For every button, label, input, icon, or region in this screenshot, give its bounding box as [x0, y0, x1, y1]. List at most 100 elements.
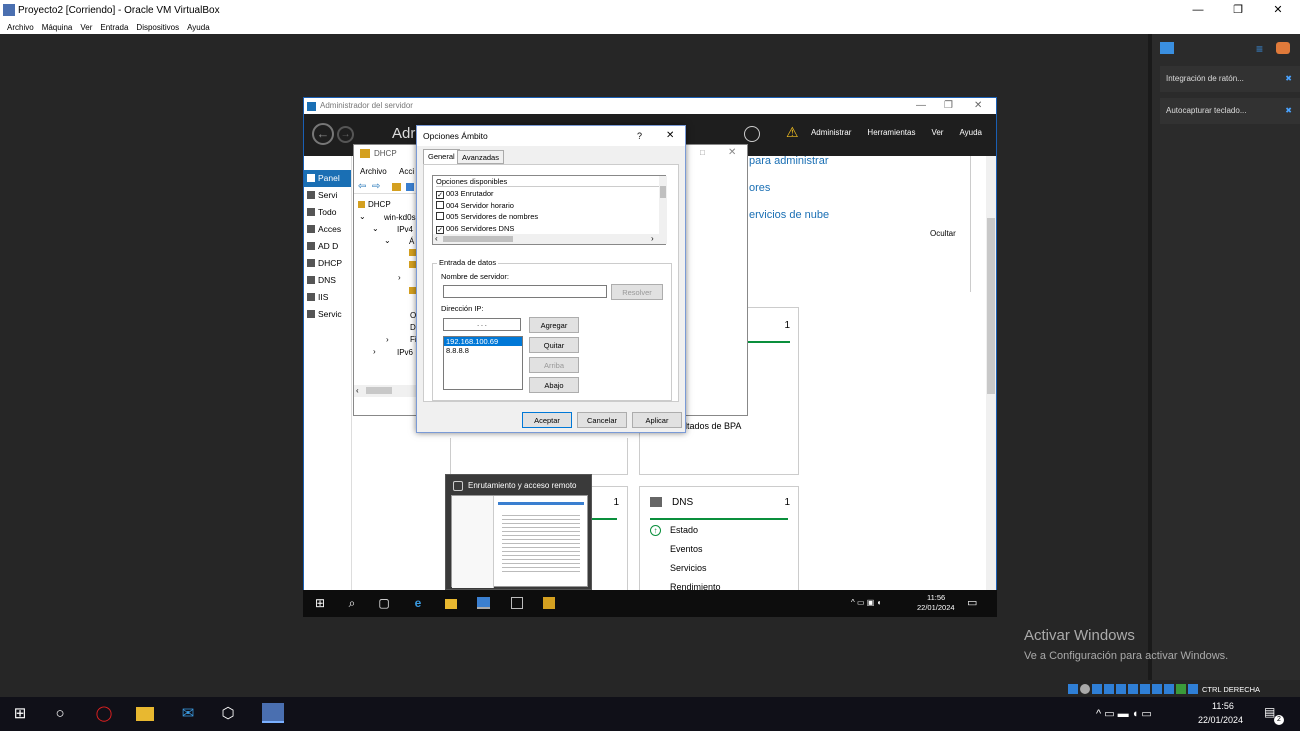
ip-list[interactable]: 192.168.100.69 8.8.8.8 — [443, 336, 523, 390]
guest-clock-time[interactable]: 11:56 — [927, 593, 945, 602]
back-icon[interactable]: ⇦ — [358, 181, 366, 192]
menu-dispositivos[interactable]: Dispositivos — [136, 23, 179, 32]
notification-mouse-integration[interactable]: Integración de ratón... ✖ — [1160, 66, 1300, 92]
horizontal-scrollbar[interactable]: ‹ — [354, 385, 416, 397]
back-button[interactable]: ← — [312, 123, 334, 145]
tile-bpa[interactable]: ultados de BPA — [680, 421, 741, 431]
view-icon[interactable] — [406, 183, 414, 191]
apply-button[interactable]: Aplicar — [632, 412, 682, 428]
down-button[interactable]: Abajo — [529, 377, 579, 393]
notification-keyboard-capture[interactable]: Autocapturar teclado... ✖ — [1160, 98, 1300, 124]
mouse-integration-icon[interactable] — [1176, 684, 1186, 694]
scroll-left-icon[interactable]: ‹ — [435, 234, 438, 243]
minimize-button[interactable]: □ — [700, 148, 705, 157]
tree-item-ipv6[interactable]: IPv6 — [397, 348, 413, 357]
shared-folder-icon[interactable] — [1128, 684, 1138, 694]
task-view-icon[interactable]: ▢ — [377, 596, 391, 610]
mail-icon[interactable]: ✉ — [178, 704, 198, 724]
message-icon[interactable] — [1160, 42, 1174, 54]
start-icon[interactable]: ⊞ — [10, 704, 30, 724]
ip-list-item-selected[interactable]: 192.168.100.69 — [444, 337, 522, 346]
scroll-thumb[interactable] — [987, 218, 995, 394]
expand-icon[interactable]: ⌄ — [384, 236, 391, 245]
tile-item-estado[interactable]: Estado — [670, 525, 698, 535]
server-name-input[interactable] — [443, 285, 607, 298]
dhcp-task-icon[interactable] — [543, 597, 555, 609]
menu-ayuda[interactable]: Ayuda — [959, 128, 982, 137]
virtualbox-icon[interactable]: ⬡ — [218, 704, 238, 724]
nav-ad-ds[interactable]: AD D — [304, 238, 351, 255]
routing-thumbnail[interactable]: Enrutamiento y acceso remoto — [445, 474, 592, 590]
recording-icon[interactable] — [1152, 684, 1162, 694]
refresh-icon[interactable] — [744, 126, 760, 142]
optical-icon[interactable] — [1080, 684, 1090, 694]
close-button[interactable]: ✕ — [974, 98, 982, 114]
welcome-link-3[interactable]: ervicios de nube — [749, 209, 829, 221]
scroll-thumb[interactable] — [366, 387, 392, 394]
host-clock-time[interactable]: 11:56 — [1212, 701, 1234, 711]
option-003[interactable]: ✓ 003 Enrutador — [433, 188, 659, 200]
tree-item-server[interactable]: win-kd0s — [384, 213, 416, 222]
host-clock-date[interactable]: 22/01/2024 — [1198, 715, 1243, 725]
arrow-down-icon[interactable] — [1188, 684, 1198, 694]
nav-servidor-local[interactable]: Servi — [304, 187, 351, 204]
lower-left-tile[interactable] — [450, 438, 628, 475]
opera-icon[interactable]: ◯ — [94, 704, 114, 724]
nav-servicios[interactable]: Servic — [304, 306, 351, 323]
checkbox-checked[interactable]: ✓ — [436, 225, 444, 234]
remove-button[interactable]: Quitar — [529, 337, 579, 353]
scroll-left-icon[interactable]: ‹ — [356, 386, 359, 395]
minimize-button[interactable]: — — [1178, 0, 1218, 20]
welcome-link-1[interactable]: para administrar — [749, 155, 828, 167]
tree-item-scope[interactable]: Á — [409, 237, 414, 246]
resolve-button[interactable]: Resolver — [611, 284, 663, 300]
expand-icon[interactable]: › — [373, 347, 376, 356]
file-explorer-icon[interactable] — [136, 707, 154, 721]
display-icon[interactable] — [1140, 684, 1150, 694]
tree-item-dhcp[interactable]: DHCP — [368, 200, 391, 209]
tab-general[interactable]: General — [423, 149, 460, 165]
hdd-icon[interactable] — [1068, 684, 1078, 694]
close-icon[interactable]: ✖ — [1285, 98, 1292, 124]
tab-avanzadas[interactable]: Avanzadas — [457, 150, 504, 164]
guest-clock-date[interactable]: 22/01/2024 — [917, 603, 955, 612]
menu-archivo[interactable]: Archivo — [7, 23, 34, 32]
ip-address-input[interactable]: . . . — [443, 318, 521, 331]
expand-icon[interactable]: › — [398, 273, 401, 282]
scroll-thumb[interactable] — [443, 236, 513, 242]
menu-maquina[interactable]: Máquina — [42, 23, 73, 32]
nav-acceso[interactable]: Acces — [304, 221, 351, 238]
tree-item-directivas[interactable]: D — [410, 323, 416, 332]
checkbox-unchecked[interactable] — [436, 200, 444, 209]
expand-icon[interactable]: ⌄ — [372, 224, 379, 233]
routing-task-icon[interactable] — [511, 597, 523, 609]
maximize-button[interactable]: ❐ — [944, 98, 953, 114]
checkbox-unchecked[interactable] — [436, 212, 444, 220]
vertical-scrollbar[interactable] — [986, 156, 996, 590]
option-004[interactable]: 004 Servidor horario — [433, 200, 659, 212]
add-button[interactable]: Agregar — [529, 317, 579, 333]
network-icon[interactable] — [1104, 684, 1114, 694]
start-icon[interactable]: ⊞ — [313, 596, 327, 610]
close-button[interactable]: ✕ — [728, 147, 736, 158]
close-button[interactable]: ✕ — [1258, 0, 1298, 20]
scroll-thumb[interactable] — [660, 186, 666, 198]
ok-button[interactable]: Aceptar — [522, 412, 572, 428]
nav-todos[interactable]: Todo — [304, 204, 351, 221]
nav-panel[interactable]: Panel — [304, 170, 351, 187]
clear-all-icon[interactable] — [1276, 42, 1290, 54]
expand-icon[interactable]: › — [386, 335, 389, 344]
options-vscroll[interactable] — [659, 176, 667, 234]
dns-tile[interactable]: DNS 1 ↑ Estado Eventos Servicios Rendimi… — [639, 486, 799, 596]
cancel-button[interactable]: Cancelar — [577, 412, 627, 428]
audio-icon[interactable] — [1092, 684, 1102, 694]
nav-dns[interactable]: DNS — [304, 272, 351, 289]
welcome-link-2[interactable]: ores — [749, 182, 770, 194]
search-icon[interactable]: ⌕ — [345, 596, 359, 610]
tray-icons[interactable]: ^ ▭ ▬ ◖ ▭ — [1096, 707, 1152, 720]
expand-icon[interactable]: ⌄ — [359, 212, 366, 221]
option-005[interactable]: 005 Servidores de nombres — [433, 211, 659, 223]
vm-task-icon[interactable] — [262, 703, 284, 723]
cortana-icon[interactable]: ○ — [50, 704, 70, 724]
maximize-button[interactable]: ❐ — [1218, 0, 1258, 20]
